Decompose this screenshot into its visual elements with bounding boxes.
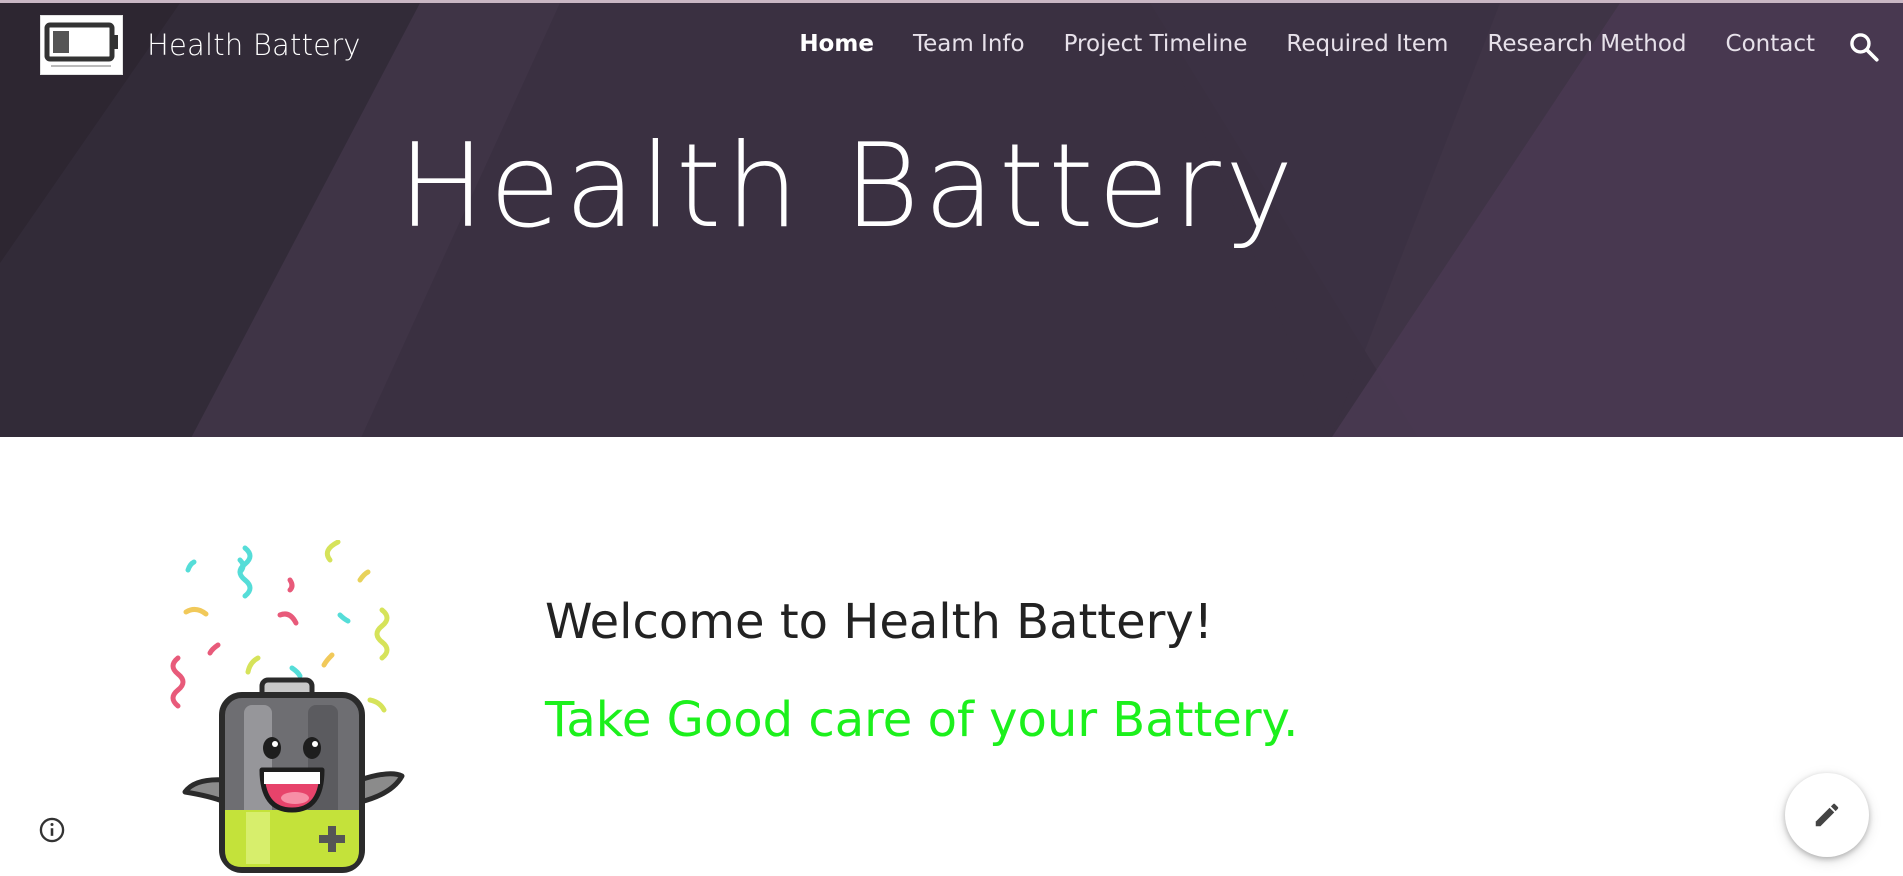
nav-item-required-item[interactable]: Required Item: [1286, 31, 1448, 57]
nav-item-home[interactable]: Home: [799, 31, 874, 57]
nav-item-contact[interactable]: Contact: [1726, 31, 1815, 57]
site-title[interactable]: Health Battery: [147, 28, 361, 62]
site-logo[interactable]: [40, 15, 123, 75]
site-info-button[interactable]: [38, 816, 66, 844]
nav-item-project-timeline[interactable]: Project Timeline: [1064, 31, 1248, 57]
pencil-icon: [1815, 803, 1839, 827]
nav-item-research-method[interactable]: Research Method: [1487, 31, 1686, 57]
top-navigation: Health Battery Home Team Info Project Ti…: [0, 3, 1903, 93]
nav-menu: Home Team Info Project Timeline Required…: [799, 31, 1815, 57]
battery-mascot-icon: [170, 540, 405, 873]
search-button[interactable]: [1847, 30, 1881, 64]
hero-title: Health Battery: [398, 119, 1298, 254]
search-icon: [1850, 33, 1879, 62]
info-icon: [39, 817, 65, 843]
nav-item-team-info[interactable]: Team Info: [913, 31, 1025, 57]
edit-button[interactable]: [1785, 773, 1869, 857]
battery-logo-icon: [44, 22, 118, 67]
hero-header: Health Battery Home Team Info Project Ti…: [0, 0, 1903, 437]
welcome-heading: Welcome to Health Battery!: [545, 594, 1214, 650]
tagline-text: Take Good care of your Battery.: [545, 692, 1299, 748]
